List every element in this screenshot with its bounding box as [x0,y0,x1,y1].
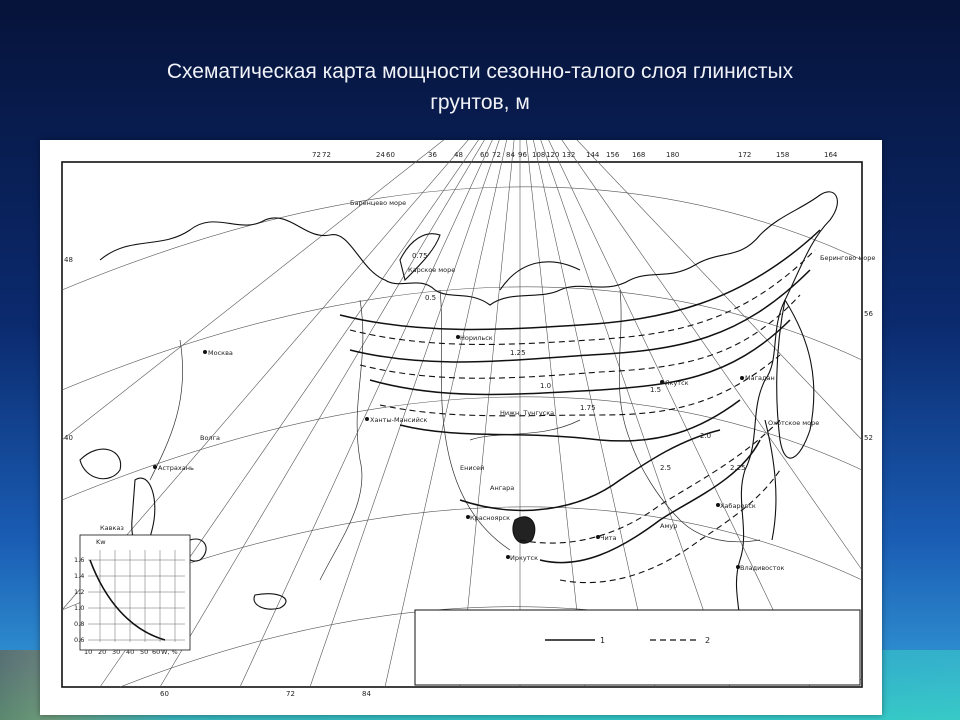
legend-label-2: 2 [705,636,710,645]
tick-label: 72 [312,151,321,159]
tick-label: 172 [738,151,751,159]
isoline-label: 1.0 [540,382,551,390]
place-label: Красноярск [470,514,510,522]
tick-label: 72 [286,690,295,698]
isoline-label: 2.0 [700,432,711,440]
inset-y-tick: 1.6 [74,556,84,564]
isoline-label: 0.5 [425,294,436,302]
inset-y-label: Kw [96,538,106,546]
place-label: Магадан [745,374,775,382]
place-labels: Москва Волга Астрахань Кавказ Иркутск Як… [100,199,875,572]
slide-title: Схематическая карта мощности сезонно-тал… [40,56,920,118]
inset-y-tick: 1.2 [74,588,84,596]
place-label: Чита [600,534,616,542]
tick-label: 96 [518,151,527,159]
inset-y-tick: 1.4 [74,572,84,580]
place-label: Иркутск [510,554,538,562]
isoline-label: 2.25 [730,464,746,472]
place-label: Нижн. Тунгуска [500,409,554,417]
legend-label-1: 1 [600,636,605,645]
tick-label: 158 [776,151,789,159]
tick-label: 84 [506,151,515,159]
place-label: Якутск [665,379,689,387]
place-label: Владивосток [740,564,784,572]
place-label: Волга [200,434,220,442]
tick-label: 156 [606,151,620,159]
tick-label: 168 [632,151,645,159]
isoline-label: 1.5 [650,386,661,394]
inset-x-label: W, % [161,648,178,656]
tick-label: 36 [428,151,437,159]
inset-x-tick: 30 [112,648,120,656]
tick-label: 84 [362,690,371,698]
inset-chart: Kw W, % 1.6 1.4 1.2 1.0 0.8 0.6 10 20 30… [74,534,191,656]
place-label: Ангара [490,484,514,492]
tick-label: 108 [532,151,545,159]
inset-y-tick: 1.0 [74,604,84,612]
tick-label: 132 [562,151,575,159]
tick-label: 52 [864,434,873,442]
isoline-label: 2.5 [660,464,671,472]
inset-x-tick: 60 [152,648,160,656]
place-label: Астрахань [158,464,194,472]
title-line-2: грунтов, м [430,91,530,114]
place-label: Амур [660,522,677,530]
tick-label: 48 [64,256,73,264]
tick-label: 24 [376,151,385,159]
isoline-label: 1.25 [510,349,526,357]
place-label: Москва [208,349,233,357]
isolines-solid [339,229,821,564]
place-label: Хабаровск [720,502,756,510]
tick-label: 60 [160,690,169,698]
map-image: 72 72 24 60 36 48 60 72 84 96 108 120 13… [40,140,882,715]
top-tick-labels: 72 72 24 60 36 48 60 72 84 96 108 120 13… [312,151,838,159]
map-legend: 1 2 [414,609,861,686]
isoline-label: 0.75 [412,252,428,260]
map-svg: 72 72 24 60 36 48 60 72 84 96 108 120 13… [61,140,875,698]
title-line-1: Схематическая карта мощности сезонно-тал… [166,60,794,83]
inset-x-tick: 40 [126,648,134,656]
place-label: Кавказ [100,524,124,532]
bottom-tick-labels: 60 72 84 [160,690,371,698]
place-label: Енисей [460,464,484,472]
inset-x-tick: 50 [140,648,148,656]
inset-x-tick: 20 [98,648,106,656]
inset-x-tick: 10 [84,648,92,656]
tick-label: 164 [824,151,838,159]
tick-label: 60 [480,151,489,159]
side-tick-labels: 48 40 56 52 [64,256,873,442]
place-label: Ханты-Мансийск [370,416,427,424]
tick-label: 60 [386,151,395,159]
tick-label: 72 [322,151,331,159]
place-label: Баренцево море [350,199,406,207]
place-label: Норильск [460,334,493,342]
place-label: Охотское море [768,419,819,427]
place-label: Карское море [408,266,455,274]
inset-y-tick: 0.8 [74,620,84,628]
place-label: Берингово море [820,254,875,262]
tick-label: 180 [666,151,679,159]
tick-label: 56 [864,310,873,318]
tick-label: 144 [586,151,600,159]
isoline-label: 1.75 [580,404,596,412]
inset-y-tick: 0.6 [74,636,84,644]
